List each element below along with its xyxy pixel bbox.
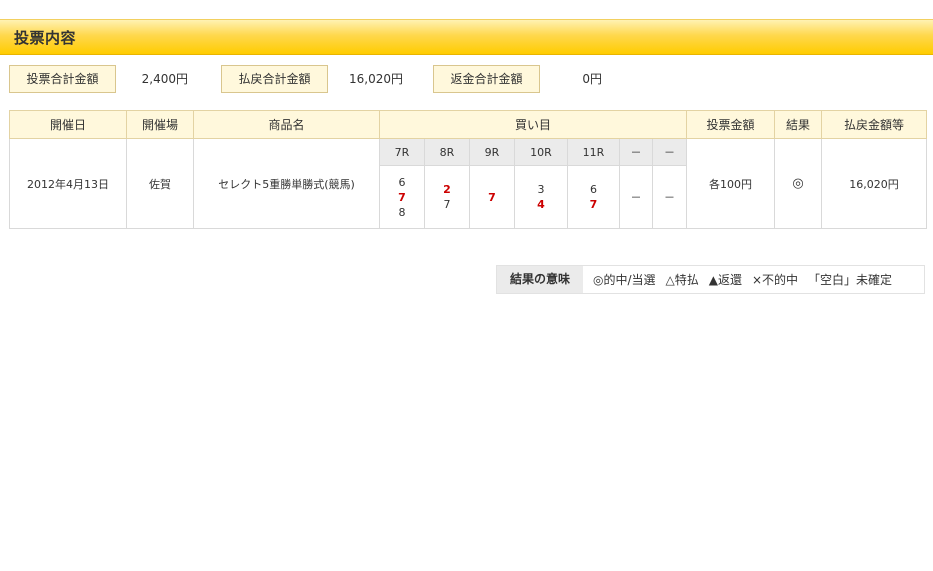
picks-cell-6: － xyxy=(619,165,653,229)
payout-total-label: 払戻合計金額 xyxy=(221,65,328,93)
race-header-1: 7R xyxy=(379,138,425,166)
pick-number: － xyxy=(630,190,642,204)
header-result: 結果 xyxy=(774,110,823,139)
pick-number: 6 xyxy=(590,183,597,196)
legend-item-special: △特払 xyxy=(665,273,699,287)
result-legend: 結果の意味 ◎的中/当選 △特払 ▲返還 ×不的中 「空白」未確定 xyxy=(496,265,925,294)
pick-number: 7 xyxy=(443,198,451,211)
legend-item-hit: ◎的中/当選 xyxy=(593,273,656,287)
legend-title: 結果の意味 xyxy=(497,266,583,293)
cell-result: ◎ xyxy=(774,138,823,229)
picks-cell-1: 678 xyxy=(379,165,425,229)
cell-date: 2012年4月13日 xyxy=(9,138,127,229)
header-venue: 開催場 xyxy=(126,110,194,139)
cell-product: セレクト5重勝単勝式(競馬) xyxy=(193,138,380,229)
race-header-4: 10R xyxy=(514,138,568,166)
table-row: 2012年4月13日 佐賀 セレクト5重勝単勝式(競馬) 7R 8R 9R 10… xyxy=(9,138,928,229)
pick-number: 2 xyxy=(443,183,451,196)
pick-number: － xyxy=(664,190,676,204)
page: 投票内容 投票合計金額 2,400円 払戻合計金額 16,020円 返金合計金額… xyxy=(0,0,933,571)
header-amount: 投票金額 xyxy=(686,110,776,139)
picks-cell-7: － xyxy=(651,165,688,229)
header-product: 商品名 xyxy=(193,110,380,139)
pick-number: 7 xyxy=(589,198,598,211)
header-date: 開催日 xyxy=(9,110,127,139)
payout-total-value: 16,020円 xyxy=(349,72,403,86)
bet-total-value: 2,400円 xyxy=(141,72,188,86)
pick-number: 3 xyxy=(537,183,545,196)
legend-item-refund: ▲返還 xyxy=(708,273,742,287)
bet-table: 開催日 開催場 商品名 買い目 投票金額 結果 払戻金額等 2012年4月13日… xyxy=(9,110,928,229)
section-header: 投票内容 xyxy=(0,19,933,55)
race-header-3: 9R xyxy=(469,138,515,166)
section-title: 投票内容 xyxy=(14,29,77,47)
picks-cell-3: 7 xyxy=(469,165,515,229)
pick-number: 4 xyxy=(537,198,545,211)
race-header-5: 11R xyxy=(567,138,620,166)
legend-item-miss: ×不的中 xyxy=(751,273,799,287)
refund-total-value: 0円 xyxy=(582,72,602,86)
pick-number: 7 xyxy=(398,190,406,204)
refund-total-label: 返金合計金額 xyxy=(433,65,540,93)
picks-cell-2: 27 xyxy=(424,165,470,229)
pick-number: 6 xyxy=(398,175,406,189)
bet-total-label: 投票合計金額 xyxy=(9,65,116,93)
race-header-7: － xyxy=(651,138,688,166)
pick-number: 7 xyxy=(488,190,496,204)
pick-number: 8 xyxy=(398,205,406,219)
cell-amount: 各100円 xyxy=(686,138,776,229)
race-header-6: － xyxy=(619,138,653,166)
cell-venue: 佐賀 xyxy=(126,138,194,229)
cell-payout: 16,020円 xyxy=(821,138,928,229)
picks-cell-4: 34 xyxy=(514,165,568,229)
race-header-2: 8R xyxy=(424,138,470,166)
legend-item-pending: 「空白」未確定 xyxy=(808,273,893,287)
header-picks: 買い目 xyxy=(378,110,688,139)
header-payout: 払戻金額等 xyxy=(821,110,928,139)
picks-cell-5: 67 xyxy=(567,165,620,229)
